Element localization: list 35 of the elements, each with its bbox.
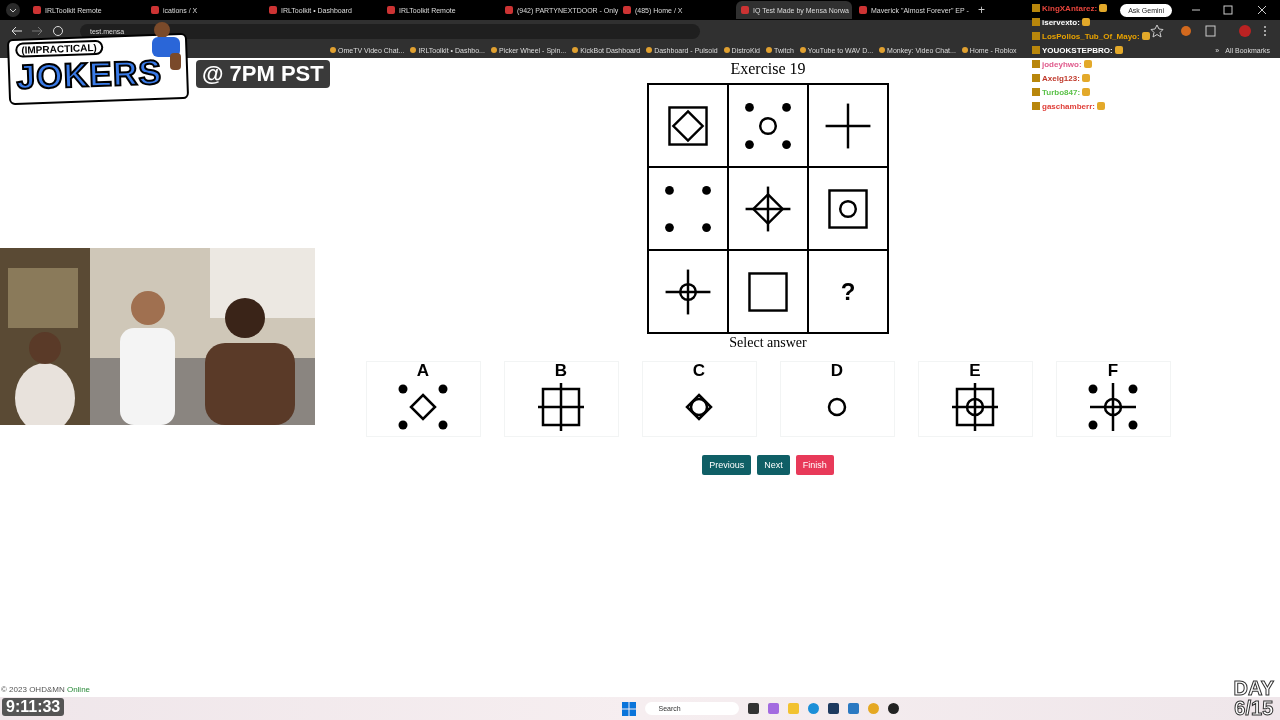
stream-time-text: @ 7PM PST bbox=[196, 60, 330, 88]
copyright-text: © 2023 OHD&MN Online bbox=[1, 685, 91, 694]
answer-option[interactable]: B bbox=[503, 361, 619, 437]
chat-username: LosPollos_Tub_Of_Mayo: bbox=[1042, 31, 1140, 41]
select-answer-label: Select answer bbox=[729, 335, 807, 351]
chat-username: jodeyhwo: bbox=[1042, 59, 1082, 69]
chat-username: YOUOKSTEPBRO: bbox=[1042, 45, 1113, 55]
chat-username: gaschamberr: bbox=[1042, 101, 1095, 111]
chat-username: Axelg123: bbox=[1042, 73, 1080, 83]
answer-option[interactable]: D bbox=[779, 361, 895, 437]
new-tab-button[interactable]: + bbox=[972, 3, 991, 17]
question-mark: ? bbox=[840, 277, 856, 306]
nav-button[interactable]: Previous bbox=[702, 455, 752, 475]
logo-subtitle: (IMPRACTICAL) bbox=[15, 39, 104, 58]
nav-button[interactable]: Next bbox=[757, 455, 790, 475]
online-link[interactable]: Online bbox=[66, 685, 91, 694]
browser-icon[interactable] bbox=[807, 703, 819, 714]
windows-icon[interactable] bbox=[621, 701, 636, 716]
finish-button[interactable]: Finish bbox=[795, 455, 834, 475]
clock-overlay: 9:11:33 bbox=[2, 698, 65, 716]
app-icon[interactable] bbox=[827, 703, 839, 714]
exercise-title: Exercise 19 bbox=[730, 60, 806, 78]
day-label: DAY bbox=[1233, 678, 1274, 698]
emote-icon bbox=[1114, 46, 1123, 54]
answer-option[interactable]: E bbox=[917, 361, 1033, 437]
chat-username: KingXAntarez: bbox=[1042, 3, 1098, 13]
answer-option[interactable]: A bbox=[365, 361, 481, 437]
answer-option[interactable]: C bbox=[641, 361, 757, 437]
app-icon[interactable] bbox=[747, 703, 759, 714]
emote-icon bbox=[1141, 32, 1150, 40]
chat-username: iservexto: bbox=[1042, 17, 1080, 27]
app-icon[interactable] bbox=[887, 703, 899, 714]
chat-username: Turbo847: bbox=[1042, 87, 1081, 97]
tab-search-icon[interactable] bbox=[6, 3, 20, 17]
answer-option[interactable]: F bbox=[1055, 361, 1171, 437]
